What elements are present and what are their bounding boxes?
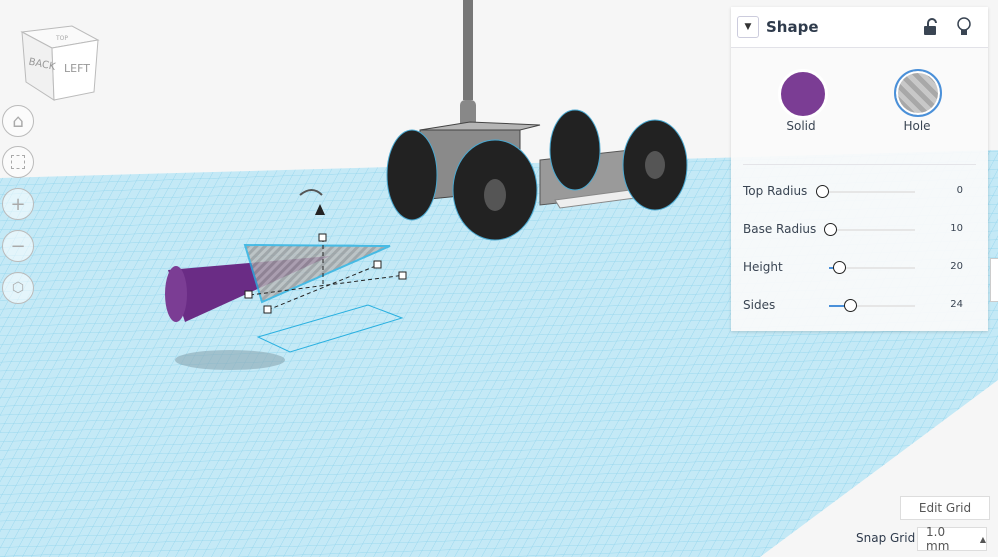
param-label: Top Radius (743, 184, 808, 198)
perspective-cube-icon: ⬡ (11, 280, 25, 296)
param-top-radius: Top Radius 0 (743, 182, 973, 202)
zoom-out-button[interactable]: − (2, 230, 34, 262)
caret-down-icon: ▼ (744, 22, 752, 32)
caret-up-icon: ▲ (979, 534, 986, 544)
hole-swatch-button[interactable] (894, 69, 942, 117)
snap-grid-label: Snap Grid (856, 531, 916, 545)
viewcube[interactable]: BACK LEFT TOP (20, 25, 100, 101)
param-label: Height (743, 260, 783, 274)
param-height: Height 20 (743, 258, 973, 278)
side-panel-toggle[interactable] (990, 258, 998, 302)
home-view-button[interactable]: ⌂ (2, 105, 34, 137)
hole-label: Hole (903, 119, 931, 133)
param-label: Sides (743, 298, 776, 312)
viewcube-top: TOP (55, 35, 68, 42)
param-base-radius: Base Radius 10 (743, 220, 973, 240)
param-label: Base Radius (743, 222, 817, 236)
slider-track[interactable] (829, 229, 915, 231)
panel-title: Shape (766, 18, 819, 36)
shape-inspector-panel: ▼ Shape Solid Hole Top Radius 0 Base Rad… (731, 7, 988, 331)
panel-header: ▼ Shape (731, 7, 988, 48)
param-value[interactable]: 24 (950, 299, 963, 310)
edit-grid-button[interactable]: Edit Grid (900, 496, 990, 520)
zoom-in-button[interactable]: + (2, 188, 34, 220)
slider-knob[interactable] (833, 261, 846, 274)
minus-icon: − (10, 235, 26, 257)
snap-grid-value: 1.0 mm (926, 525, 950, 553)
slider-knob[interactable] (824, 223, 837, 236)
object-shadow (175, 350, 285, 370)
slider-knob[interactable] (816, 185, 829, 198)
lightbulb-icon[interactable] (957, 17, 971, 37)
param-value[interactable]: 20 (950, 261, 963, 272)
fit-icon (11, 155, 25, 169)
perspective-button[interactable]: ⬡ (2, 272, 34, 304)
home-icon: ⌂ (12, 110, 24, 132)
param-sides: Sides 24 (743, 296, 973, 316)
slider-track[interactable] (829, 191, 915, 193)
fit-view-button[interactable] (2, 146, 34, 178)
collapse-dropdown-button[interactable]: ▼ (737, 16, 759, 38)
param-value[interactable]: 0 (957, 185, 963, 196)
param-value[interactable]: 10 (950, 223, 963, 234)
solid-label: Solid (786, 119, 816, 133)
plus-icon: + (10, 193, 26, 215)
lock-open-icon[interactable] (923, 18, 939, 36)
divider (743, 164, 976, 165)
solid-swatch-button[interactable] (778, 69, 828, 119)
viewcube-left: LEFT (64, 62, 90, 75)
snap-grid-select[interactable]: 1.0 mm ▲ (917, 525, 987, 553)
slider-knob[interactable] (844, 299, 857, 312)
